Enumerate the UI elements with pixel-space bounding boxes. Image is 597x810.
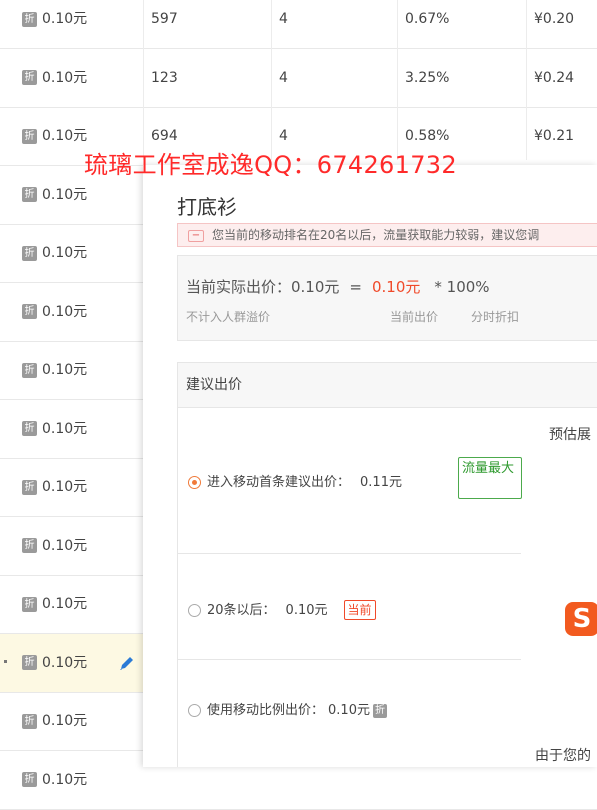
radio-after-20[interactable]	[188, 604, 201, 617]
table-cell: ¥0.20	[534, 11, 575, 27]
bid-cell: 折 0.10元	[22, 224, 87, 282]
bid-value: 0.10元	[42, 245, 88, 261]
discount-icon: 折	[22, 245, 37, 261]
discount-icon: 折	[22, 596, 37, 612]
discount-icon: 折	[22, 362, 37, 378]
bid-value: 0.10元	[42, 771, 88, 788]
current-bid-value: 0.10元	[371, 278, 421, 296]
discount-icon: 折	[22, 713, 37, 729]
discount-icon: 折	[22, 479, 37, 495]
price-formula: 当前实际出价：0.10元 = 0.10元 * 100%	[186, 276, 490, 297]
radio-ratio-bid[interactable]	[188, 704, 201, 717]
discount-icon: 折	[22, 187, 37, 202]
bid-cell: 折 0.10元	[22, 400, 87, 458]
actual-bid-label: 当前实际出价：0.10元	[186, 278, 340, 296]
bid-value: 0.10元	[42, 69, 88, 86]
option-label: 使用移动比例出价：	[207, 703, 325, 718]
table-row[interactable]: 折 0.10元 123 4 3.25% ¥0.24	[0, 49, 597, 108]
max-traffic-badge: 流量最大	[458, 457, 522, 499]
sogou-logo-icon: S	[565, 602, 597, 636]
table-cell: 0.67%	[405, 11, 450, 27]
price-summary: 当前实际出价：0.10元 = 0.10元 * 100% 不计入人群溢价 当前出价 分时…	[177, 255, 597, 341]
footer-note: 由于您的	[535, 748, 591, 764]
time-discount-caption: 分时折扣	[471, 310, 520, 324]
table-cell: 4	[279, 69, 288, 86]
bid-value: 0.10元	[42, 596, 88, 612]
option-top-position[interactable]: 进入移动首条建议出价： 0.11元 流量最大	[188, 457, 522, 499]
table-cell: ¥0.24	[534, 69, 575, 86]
column-divider	[397, 0, 398, 160]
bid-value: 0.10元	[42, 479, 88, 495]
option-label: 20条以后：	[207, 603, 276, 618]
discount-icon: 折	[22, 11, 37, 27]
option-price: 0.10元	[285, 603, 328, 618]
bid-cell: 折 0.10元	[22, 751, 87, 809]
bid-value: 0.10元	[42, 303, 88, 320]
option-price: 0.10元	[328, 703, 370, 718]
rank-notice: − 您当前的移动排名在20名以后，流量获取能力较弱，建议您调	[177, 223, 597, 247]
bid-value: 0.10元	[42, 11, 88, 27]
estimate-label: 预估展	[549, 427, 591, 443]
bid-cell: 折 0.10元	[22, 458, 87, 516]
table-cell: ¥0.21	[534, 128, 575, 144]
table-cell: 3.25%	[405, 69, 450, 86]
radio-top-position[interactable]	[188, 476, 201, 489]
option-price: 0.11元	[360, 475, 402, 490]
bid-value: 0.10元	[42, 128, 88, 144]
discount-icon: 折	[22, 421, 37, 436]
discount-icon: 折	[22, 772, 37, 787]
bid-cell: 折 0.10元	[22, 283, 87, 341]
discount-icon: 折	[22, 70, 37, 85]
column-divider	[526, 0, 527, 160]
bid-cell: 折 0.10元	[22, 166, 87, 224]
bid-value: 0.10元	[42, 537, 88, 554]
suggested-bid-header: 建议出价	[178, 363, 597, 408]
bid-value: 0.10元	[42, 420, 88, 437]
discount-icon: 折	[22, 538, 37, 553]
bid-value: 0.10元	[42, 713, 88, 729]
discount-icon: 折	[22, 655, 37, 670]
notice-text: 您当前的移动排名在20名以后，流量获取能力较弱，建议您调	[212, 228, 540, 242]
option-after-20[interactable]: 20条以后： 0.10元 当前	[188, 599, 376, 620]
bid-value: 0.10元	[42, 362, 88, 378]
row-marker	[4, 659, 7, 663]
column-divider	[143, 0, 144, 160]
table-row[interactable]: 折 0.10元 597 4 0.67% ¥0.20	[0, 0, 597, 49]
table-cell: 123	[151, 69, 178, 86]
bid-cell: 折 0.10元	[22, 49, 87, 107]
multiplier-value: * 100%	[434, 278, 490, 296]
option-ratio-bid[interactable]: 使用移动比例出价： 0.10元折	[188, 699, 387, 718]
current-badge: 当前	[343, 600, 376, 620]
premium-note: 不计入人群溢价	[186, 310, 271, 324]
bid-cell: 折 0.10元	[22, 517, 87, 575]
option-divider	[178, 553, 521, 554]
pencil-icon[interactable]	[118, 654, 136, 672]
bid-cell: 折 0.10元	[22, 634, 87, 692]
collapse-icon[interactable]: −	[188, 229, 204, 242]
panel-title: 打底衫	[177, 195, 237, 219]
bid-value: 0.10元	[42, 186, 88, 203]
equals-sign: =	[349, 278, 362, 296]
bid-cell: 折 0.10元	[22, 341, 87, 399]
watermark-text: 琉璃工作室成逸QQ：674261732	[84, 151, 457, 179]
discount-icon: 折	[22, 304, 37, 319]
bid-cell: 折 0.10元	[22, 692, 87, 750]
discount-icon: 折	[372, 703, 387, 718]
suggested-bid-section: 建议出价 进入移动首条建议出价： 0.11元 流量最大 20条以后： 0.10元 当前…	[177, 362, 597, 767]
column-divider	[271, 0, 272, 160]
discount-icon: 折	[22, 128, 37, 144]
bid-cell: 折 0.10元	[22, 107, 87, 165]
table-cell: 4	[279, 11, 288, 27]
current-bid-caption: 当前出价	[390, 310, 439, 324]
bid-detail-panel: 打底衫 − 您当前的移动排名在20名以后，流量获取能力较弱，建议您调 当前实际出价…	[143, 165, 597, 767]
table-cell: 597	[151, 11, 178, 27]
option-divider	[178, 659, 521, 660]
option-label: 进入移动首条建议出价：	[207, 475, 351, 490]
bid-cell: 折 0.10元	[22, 575, 87, 633]
bid-value: 0.10元	[42, 654, 88, 671]
bid-cell: 折 0.10元	[22, 0, 87, 48]
